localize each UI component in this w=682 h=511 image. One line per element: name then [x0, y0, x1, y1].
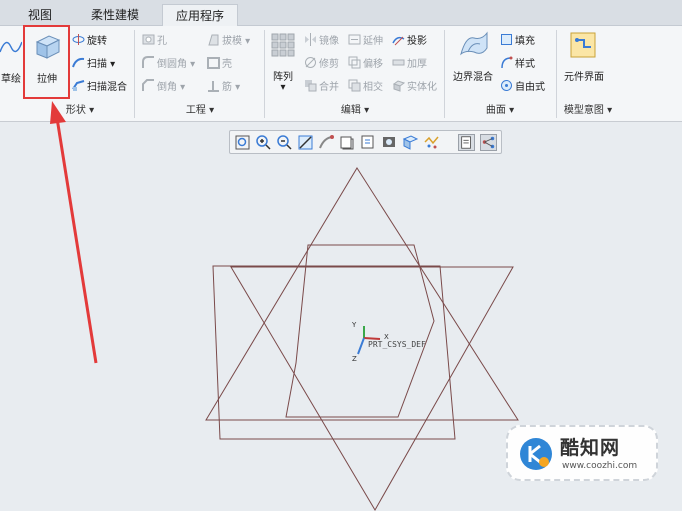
watermark-title: 酷知网: [560, 437, 621, 459]
watermark-logo-icon: [520, 438, 552, 470]
watermark: 酷知网 www.coozhi.com: [506, 425, 658, 481]
watermark-url: www.coozhi.com: [562, 461, 638, 471]
